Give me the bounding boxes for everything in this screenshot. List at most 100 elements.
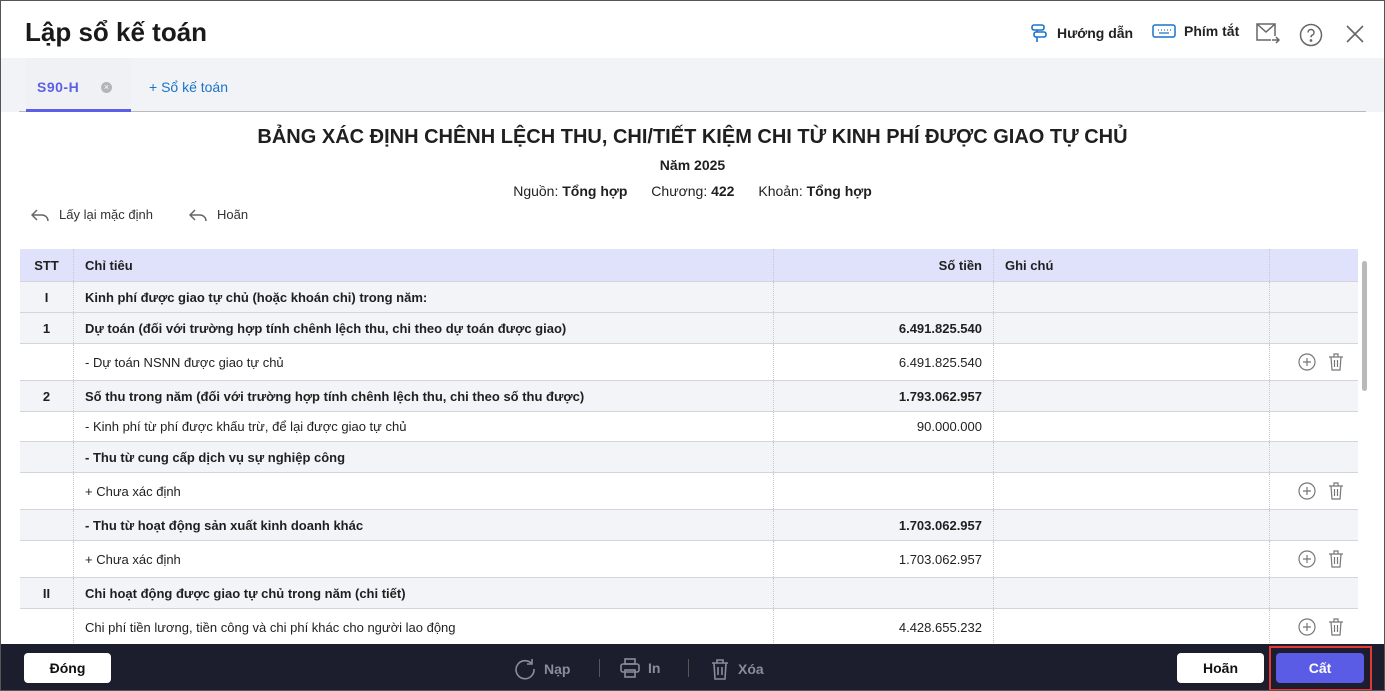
item-value: Tổng hợp — [806, 183, 872, 199]
delete-label: Xóa — [738, 661, 764, 677]
source-value: Tổng hợp — [562, 183, 628, 199]
row-stt — [20, 510, 74, 540]
row-amount[interactable]: 1.703.062.957 — [774, 510, 994, 540]
help-icon[interactable] — [1299, 23, 1323, 47]
row-indicator: Kinh phí được giao tự chủ (hoặc khoán ch… — [74, 282, 774, 312]
table-body: I Kinh phí được giao tự chủ (hoặc khoán c… — [20, 282, 1358, 644]
row-indicator: - Kinh phí từ phí được khấu trừ, để lại … — [74, 412, 774, 441]
printer-icon — [620, 658, 640, 678]
row-stt — [20, 473, 74, 509]
row-stt — [20, 344, 74, 380]
undo-footer-button[interactable]: Hoãn — [1177, 653, 1264, 683]
table-row: 2 Số thu trong năm (đối với trường hợp tí… — [20, 381, 1358, 412]
reset-default-button[interactable]: Lấy lại mặc định — [31, 207, 153, 222]
row-amount[interactable]: 6.491.825.540 — [774, 344, 994, 380]
guide-label: Hướng dẫn — [1057, 25, 1134, 41]
row-indicator: Chi hoạt động được giao tự chủ trong năm… — [74, 578, 774, 608]
row-note[interactable] — [994, 344, 1270, 380]
guide-button[interactable]: Hướng dẫn — [1029, 23, 1133, 43]
close-icon[interactable] — [1345, 24, 1365, 44]
undo-arrow-icon — [31, 208, 49, 221]
add-row-icon[interactable] — [1298, 482, 1316, 500]
row-stt — [20, 442, 74, 472]
row-amount[interactable]: 90.000.000 — [774, 412, 994, 441]
row-note[interactable] — [994, 510, 1270, 540]
reload-button[interactable]: Nạp — [514, 658, 570, 680]
tab-bar: S90-H × + Sổ kế toán — [1, 58, 1384, 112]
table-row: II Chi hoạt động được giao tự chủ trong n… — [20, 578, 1358, 609]
row-amount[interactable]: 6.491.825.540 — [774, 313, 994, 343]
send-mail-icon[interactable] — [1255, 21, 1281, 45]
row-actions — [1270, 541, 1358, 577]
row-actions — [1270, 442, 1358, 472]
row-stt — [20, 541, 74, 577]
delete-row-icon[interactable] — [1328, 482, 1344, 500]
add-ledger-tab[interactable]: + Sổ kế toán — [149, 79, 228, 95]
row-amount[interactable] — [774, 282, 994, 312]
tab-s90-h[interactable]: S90-H × — [26, 58, 131, 112]
header-actions — [1270, 249, 1358, 281]
table-row: - Dự toán NSNN được giao tự chủ 6.491.825… — [20, 344, 1358, 381]
shortcut-button[interactable]: Phím tắt — [1152, 23, 1239, 39]
row-stt — [20, 412, 74, 441]
table-row: Chi phí tiền lương, tiền công và chi phí… — [20, 609, 1358, 644]
chapter-label: Chương: — [651, 183, 708, 199]
footer-bar: Đóng Nạp In Xóa Hoãn Cất — [1, 644, 1384, 690]
row-note[interactable] — [994, 442, 1270, 472]
add-row-icon[interactable] — [1298, 618, 1316, 636]
row-note[interactable] — [994, 473, 1270, 509]
row-note[interactable] — [994, 578, 1270, 608]
tab-close-icon[interactable]: × — [101, 82, 112, 93]
row-amount[interactable]: 1.703.062.957 — [774, 541, 994, 577]
print-button[interactable]: In — [620, 658, 660, 678]
row-note[interactable] — [994, 541, 1270, 577]
row-note[interactable] — [994, 609, 1270, 644]
row-note[interactable] — [994, 313, 1270, 343]
row-amount[interactable] — [774, 578, 994, 608]
row-stt: II — [20, 578, 74, 608]
header-indicator: Chỉ tiêu — [74, 249, 774, 281]
close-button[interactable]: Đóng — [24, 653, 111, 683]
row-note[interactable] — [994, 282, 1270, 312]
row-stt: 2 — [20, 381, 74, 411]
footer-separator — [688, 659, 689, 677]
table-row: 1 Dự toán (đối với trường hợp tính chênh … — [20, 313, 1358, 344]
row-actions — [1270, 313, 1358, 343]
row-actions — [1270, 412, 1358, 441]
reload-icon — [515, 659, 535, 680]
row-note[interactable] — [994, 381, 1270, 411]
report-meta: Nguồn: Tổng hợp Chương: 422 Khoản: Tổng … — [1, 183, 1384, 199]
row-stt — [20, 609, 74, 644]
row-indicator: + Chưa xác định — [74, 473, 774, 509]
row-amount[interactable] — [774, 442, 994, 472]
window-header: Lập sổ kế toán Hướng dẫn Phím tắt — [1, 1, 1384, 58]
row-indicator: - Thu từ hoạt động sản xuất kinh doanh k… — [74, 510, 774, 540]
header-note: Ghi chú — [994, 249, 1270, 281]
delete-button[interactable]: Xóa — [710, 658, 764, 680]
report-table: STT Chỉ tiêu Số tiền Ghi chú I Kinh phí đ… — [20, 249, 1358, 644]
reset-default-label: Lấy lại mặc định — [59, 207, 153, 222]
table-scrollbar[interactable] — [1359, 249, 1371, 644]
row-amount[interactable] — [774, 473, 994, 509]
item-label: Khoản: — [758, 183, 803, 199]
report-title: BẢNG XÁC ĐỊNH CHÊNH LỆCH THU, CHI/TIẾT K… — [257, 126, 1128, 148]
row-actions — [1270, 609, 1358, 644]
reload-label: Nạp — [544, 661, 571, 677]
window-title: Lập sổ kế toán — [25, 17, 208, 47]
row-actions — [1270, 510, 1358, 540]
scrollbar-thumb[interactable] — [1362, 261, 1367, 391]
row-note[interactable] — [994, 412, 1270, 441]
table-header: STT Chỉ tiêu Số tiền Ghi chú — [20, 249, 1358, 282]
delete-row-icon[interactable] — [1328, 550, 1344, 568]
chapter-value: 422 — [711, 183, 735, 199]
row-amount[interactable]: 4.428.655.232 — [774, 609, 994, 644]
delete-row-icon[interactable] — [1328, 618, 1344, 636]
undo-button[interactable]: Hoãn — [189, 207, 248, 222]
add-row-icon[interactable] — [1298, 353, 1316, 371]
add-row-icon[interactable] — [1298, 550, 1316, 568]
delete-row-icon[interactable] — [1328, 353, 1344, 371]
save-button[interactable]: Cất — [1276, 653, 1364, 683]
row-actions — [1270, 381, 1358, 411]
footer-separator — [599, 659, 600, 677]
row-amount[interactable]: 1.793.062.957 — [774, 381, 994, 411]
